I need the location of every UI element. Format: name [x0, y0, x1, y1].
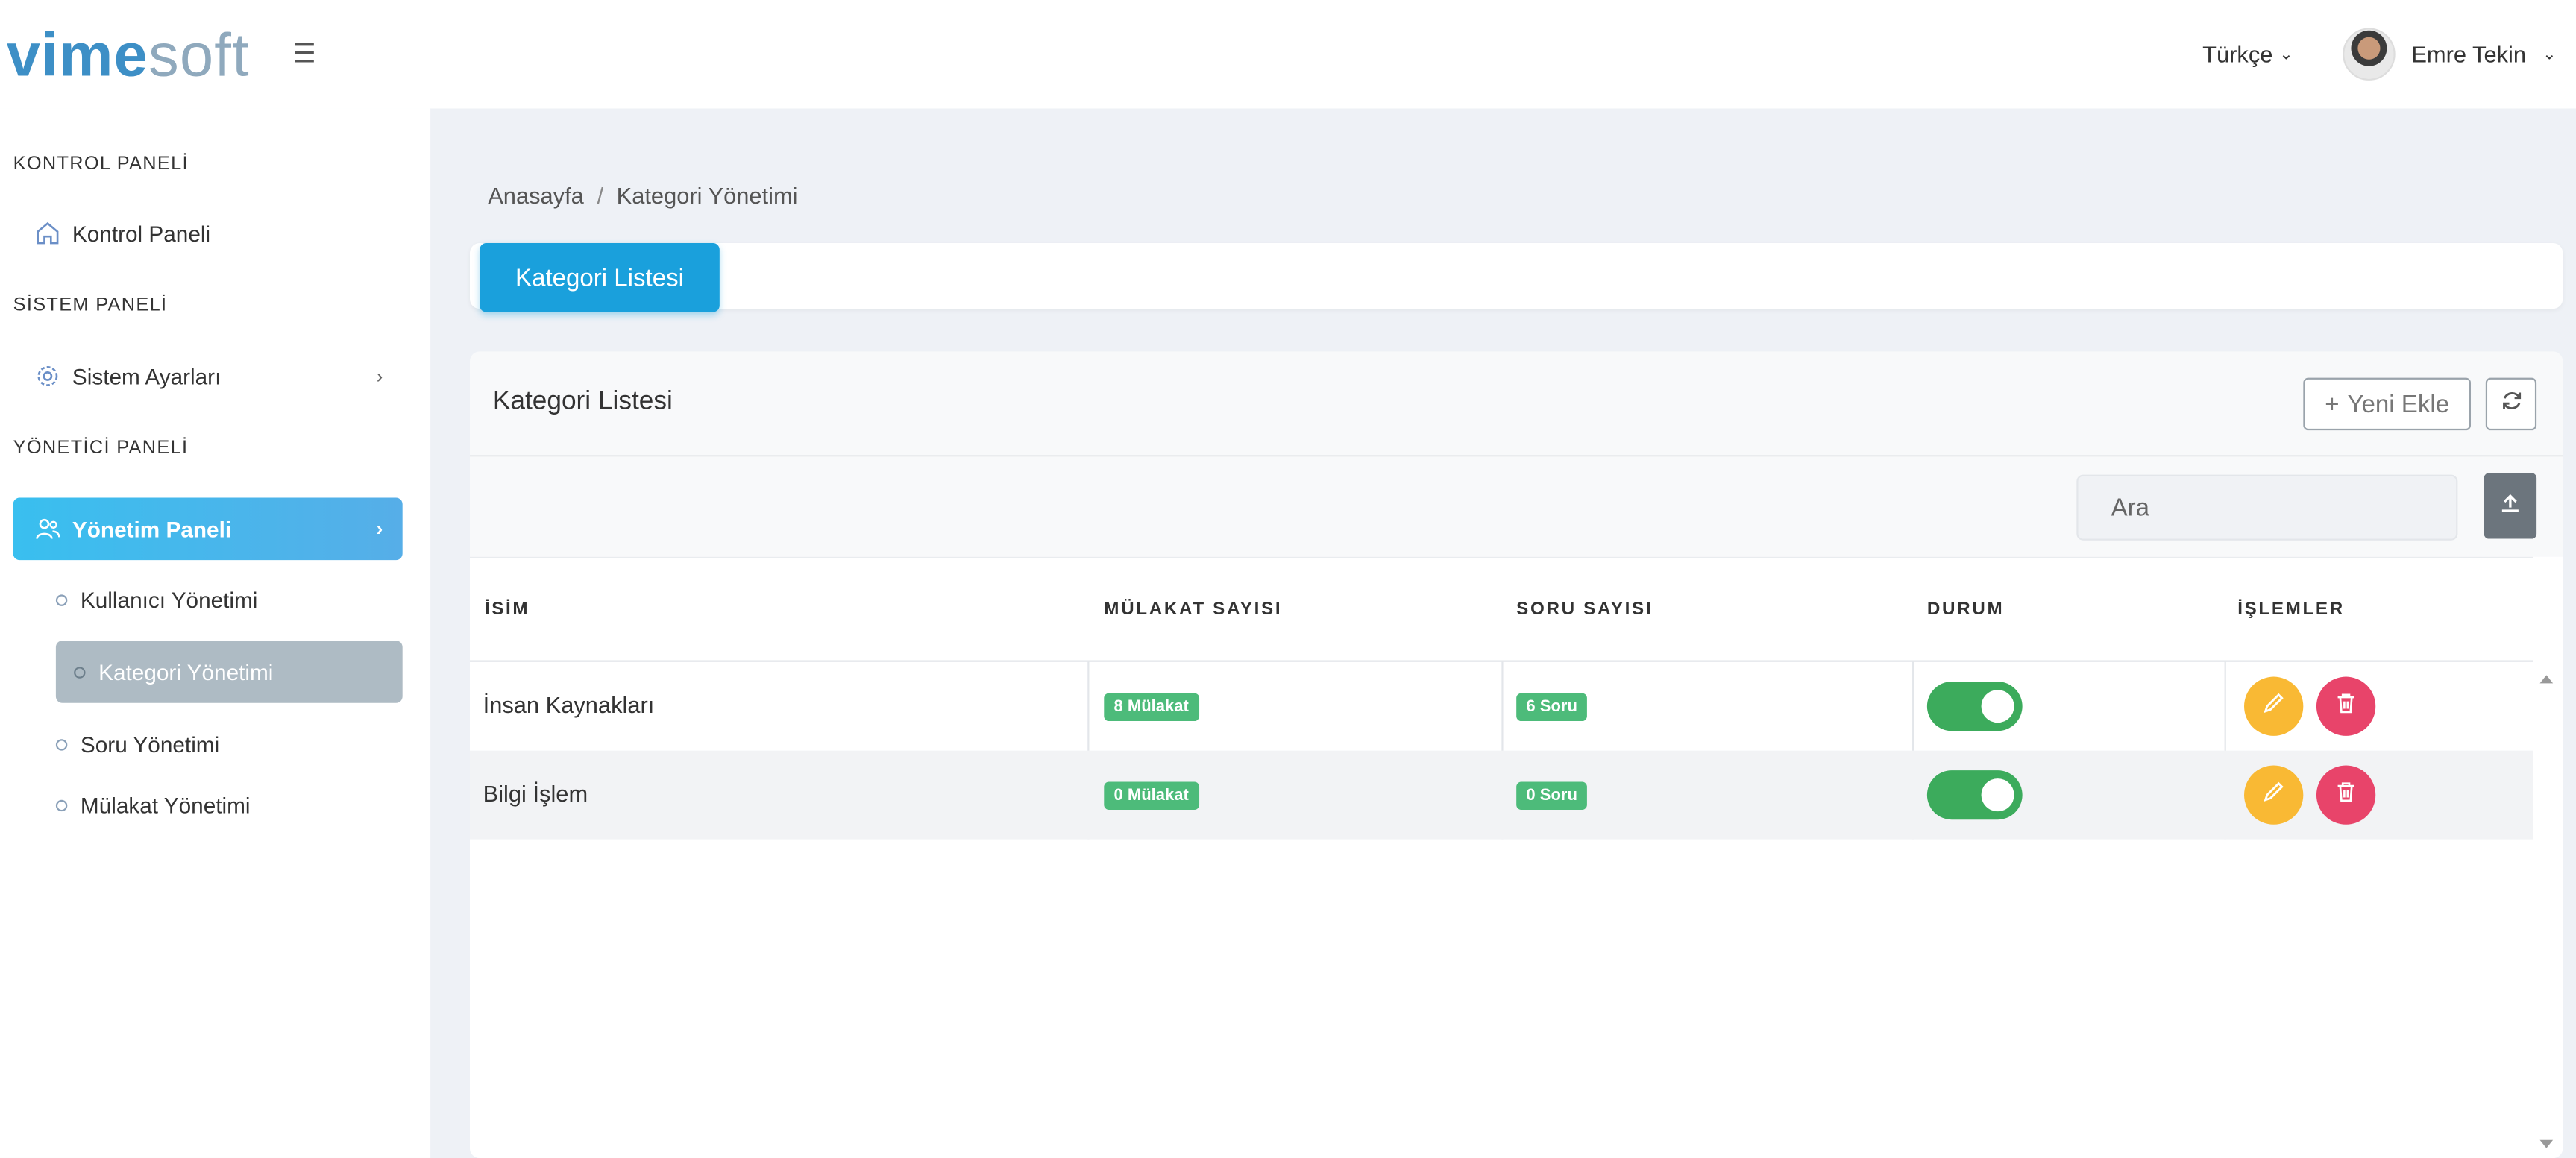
topbar-right: Türkçe ⌄ Emre Tekin ⌄	[2202, 0, 2557, 108]
language-label: Türkçe	[2202, 41, 2273, 68]
sidebar-subitem-label: Kategori Yönetimi	[98, 659, 274, 685]
sidebar-item-management-panel[interactable]: Yönetim Paneli ›	[13, 497, 403, 561]
sidebar-subitem-label: Kullanıcı Yönetimi	[80, 587, 258, 612]
breadcrumb-current: Kategori Yönetimi	[616, 182, 798, 209]
question-count-badge: 0 Soru	[1516, 781, 1588, 810]
section-title-admin: YÖNETİCİ PANELİ	[13, 438, 189, 459]
sidebar-subitem-question-management[interactable]: Soru Yönetimi	[55, 713, 403, 775]
sidebar: KONTROL PANELİ Kontrol Paneli SİSTEM PAN…	[0, 108, 431, 1158]
topbar: vimesoft ☰ Türkçe ⌄ Emre Tekin ⌄	[0, 0, 2576, 109]
bullet-icon	[55, 799, 68, 811]
upload-icon	[2498, 491, 2522, 522]
edit-button[interactable]	[2244, 676, 2304, 736]
logo-light-text: soft	[148, 20, 250, 88]
column-header-questions[interactable]: SORU SAYISI	[1516, 600, 1653, 619]
bullet-icon	[74, 666, 86, 678]
home-icon	[33, 218, 63, 248]
category-table: İSİM MÜLAKAT SAYISI SORU SAYISI DURUM İŞ…	[470, 556, 2563, 1158]
table-row: Bilgi İşlem 0 Mülakat 0 Soru	[470, 750, 2533, 840]
tab-category-list[interactable]: Kategori Listesi	[480, 243, 720, 312]
logo-bold-text: vime	[6, 20, 149, 88]
hamburger-icon[interactable]: ☰	[292, 38, 316, 71]
toggle-knob	[1981, 778, 2014, 812]
pencil-icon	[2262, 779, 2285, 811]
sidebar-subitem-user-management[interactable]: Kullanıcı Yönetimi	[55, 568, 403, 631]
user-menu[interactable]: Emre Tekin ⌄	[2342, 28, 2557, 81]
tab-bar: Kategori Listesi	[470, 243, 2563, 312]
sidebar-item-control-panel[interactable]: Kontrol Paneli	[13, 202, 403, 265]
refresh-button[interactable]	[2485, 377, 2537, 431]
column-header-name[interactable]: İSİM	[485, 600, 530, 619]
card-header: Kategori Listesi + Yeni Ekle	[470, 351, 2563, 457]
sidebar-item-label: Yönetim Paneli	[72, 516, 232, 541]
section-title-control: KONTROL PANELİ	[13, 154, 189, 174]
sidebar-subitem-label: Soru Yönetimi	[80, 731, 220, 757]
status-toggle[interactable]	[1926, 682, 2023, 731]
delete-button[interactable]	[2316, 765, 2376, 825]
logo[interactable]: vimesoft	[7, 24, 250, 85]
bullet-icon	[55, 594, 68, 605]
brand-area: vimesoft ☰	[0, 0, 431, 109]
user-name: Emre Tekin	[2411, 41, 2527, 68]
delete-button[interactable]	[2316, 676, 2376, 736]
table-scrollbar[interactable]	[2533, 661, 2563, 1158]
category-name: İnsan Kaynakları	[483, 691, 655, 718]
scroll-down-icon[interactable]	[2539, 1139, 2554, 1148]
pencil-icon	[2262, 690, 2285, 722]
column-header-actions: İŞLEMLER	[2237, 600, 2345, 620]
search-input[interactable]	[2076, 474, 2458, 541]
category-name: Bilgi İşlem	[483, 780, 588, 807]
breadcrumb-home[interactable]: Anasayfa	[488, 183, 584, 209]
section-title-system: SİSTEM PANELİ	[13, 295, 168, 315]
interview-count-badge: 0 Mülakat	[1104, 781, 1199, 810]
add-new-label: Yeni Ekle	[2347, 390, 2450, 418]
status-toggle[interactable]	[1926, 770, 2023, 820]
question-count-badge: 6 Soru	[1516, 693, 1588, 722]
chevron-down-icon: ⌄	[2279, 45, 2293, 63]
app-frame: vimesoft ☰ Türkçe ⌄ Emre Tekin ⌄ KONTROL…	[0, 0, 2576, 1158]
sidebar-item-system-settings[interactable]: Sistem Ayarları ›	[13, 345, 403, 408]
table-row: İnsan Kaynakları 8 Mülakat 6 Soru	[470, 662, 2533, 751]
avatar	[2342, 28, 2396, 81]
users-icon	[33, 514, 63, 544]
edit-button[interactable]	[2244, 765, 2304, 825]
toggle-knob	[1981, 690, 2014, 723]
trash-icon	[2334, 779, 2357, 811]
language-selector[interactable]: Türkçe ⌄	[2202, 41, 2293, 67]
chevron-right-icon: ›	[376, 365, 383, 388]
sidebar-subitem-category-management[interactable]: Kategori Yönetimi	[55, 641, 403, 703]
scroll-up-icon[interactable]	[2539, 675, 2554, 684]
card-title: Kategori Listesi	[492, 387, 673, 416]
sidebar-subitem-interview-management[interactable]: Mülakat Yönetimi	[55, 774, 403, 837]
category-card: Kategori Listesi + Yeni Ekle İSİM	[470, 351, 2563, 1158]
table-toolbar	[470, 458, 2563, 557]
add-new-button[interactable]: + Yeni Ekle	[2303, 377, 2472, 431]
breadcrumb: Anasayfa / Kategori Yönetimi	[488, 183, 797, 209]
refresh-icon	[2500, 388, 2523, 420]
interview-count-badge: 8 Mülakat	[1104, 693, 1199, 722]
sidebar-item-label: Kontrol Paneli	[72, 221, 211, 246]
trash-icon	[2334, 690, 2357, 722]
gear-icon	[33, 362, 63, 391]
column-header-interviews[interactable]: MÜLAKAT SAYISI	[1104, 600, 1282, 619]
chevron-right-icon: ›	[376, 517, 383, 541]
export-button[interactable]	[2484, 473, 2537, 539]
bullet-icon	[55, 738, 68, 750]
plus-icon: +	[2325, 390, 2340, 418]
table-header: İSİM MÜLAKAT SAYISI SORU SAYISI DURUM İŞ…	[470, 556, 2533, 662]
breadcrumb-separator: /	[597, 182, 604, 209]
sidebar-item-label: Sistem Ayarları	[72, 363, 222, 388]
sidebar-subitem-label: Mülakat Yönetimi	[80, 792, 251, 817]
chevron-down-icon: ⌄	[2542, 45, 2557, 63]
column-header-status[interactable]: DURUM	[1927, 600, 2004, 619]
